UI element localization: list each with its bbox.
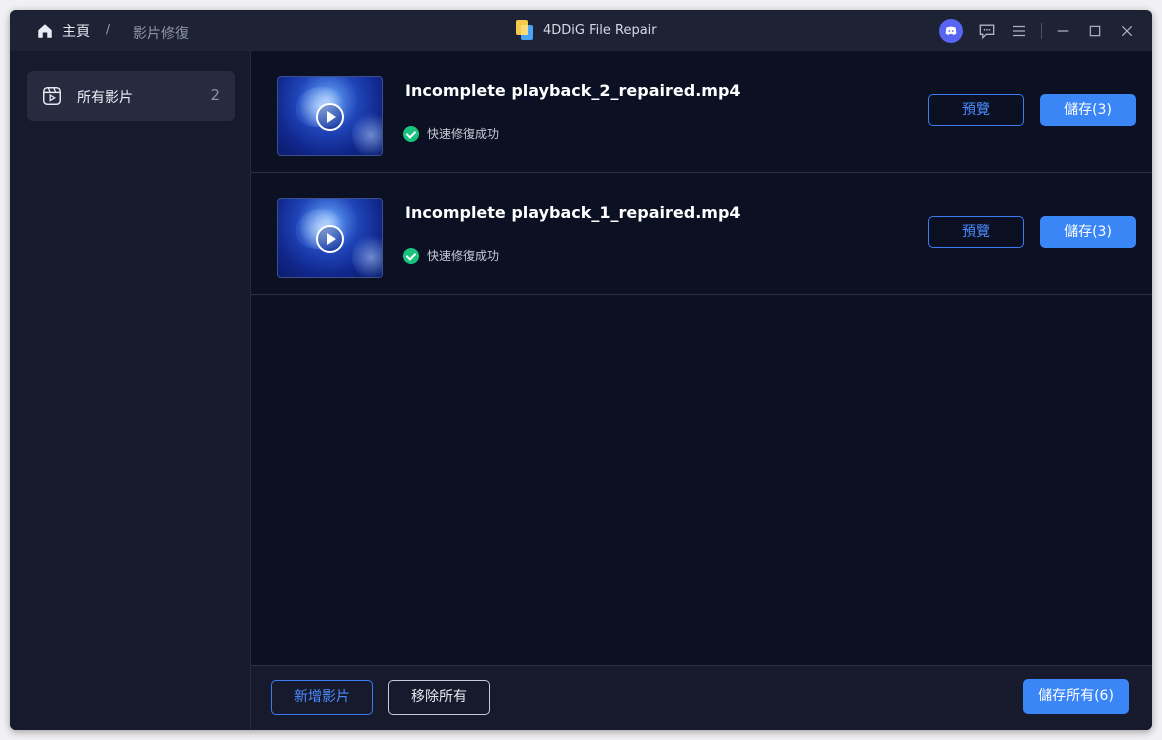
minimize-icon[interactable]: [1052, 20, 1074, 42]
menu-icon[interactable]: [1008, 20, 1030, 42]
discord-icon[interactable]: [939, 19, 963, 43]
file-list: Incomplete playback_2_repaired.mp4 快速修復成…: [251, 51, 1152, 665]
close-icon[interactable]: [1116, 20, 1138, 42]
file-name: Incomplete playback_2_repaired.mp4: [405, 81, 741, 100]
video-library-icon: [43, 87, 61, 105]
repair-status: 快速修復成功: [403, 125, 499, 142]
play-icon[interactable]: [316, 225, 344, 253]
preview-button[interactable]: 預覽: [928, 94, 1024, 126]
app-logo-icon: [516, 20, 533, 40]
feedback-icon[interactable]: [976, 20, 998, 42]
breadcrumb-current: 影片修復: [133, 26, 189, 42]
breadcrumb-home[interactable]: 主頁: [36, 21, 90, 41]
maximize-icon[interactable]: [1084, 20, 1106, 42]
save-all-button[interactable]: 儲存所有(6): [1023, 679, 1129, 714]
app-name: 4DDiG File Repair: [543, 22, 657, 38]
check-circle-icon: [403, 247, 419, 264]
app-title: 4DDiG File Repair: [515, 19, 657, 41]
title-bar: 主頁 / 影片修復 4DDiG File Repair: [10, 10, 1152, 51]
thumbnail-jellyfish-image: [352, 113, 382, 155]
file-row: Incomplete playback_1_repaired.mp4 快速修復成…: [251, 173, 1152, 295]
save-button[interactable]: 儲存(3): [1040, 216, 1136, 248]
video-thumbnail[interactable]: [277, 76, 383, 156]
save-button[interactable]: 儲存(3): [1040, 94, 1136, 126]
breadcrumb-separator: /: [106, 22, 111, 36]
app-window: 主頁 / 影片修復 4DDiG File Repair 所有影片 2 Incom…: [10, 10, 1152, 730]
breadcrumb-home-label: 主頁: [62, 24, 90, 40]
repair-status-text: 快速修復成功: [427, 249, 500, 263]
file-name: Incomplete playback_1_repaired.mp4: [405, 203, 741, 222]
video-thumbnail[interactable]: [277, 198, 383, 278]
home-icon: [38, 24, 52, 38]
preview-button[interactable]: 預覽: [928, 216, 1024, 248]
sidebar-item-label: 所有影片: [77, 90, 133, 106]
file-row: Incomplete playback_2_repaired.mp4 快速修復成…: [251, 51, 1152, 173]
remove-all-button[interactable]: 移除所有: [388, 680, 490, 715]
check-circle-icon: [403, 125, 419, 142]
sidebar-item-count: 2: [210, 86, 220, 104]
thumbnail-jellyfish-image: [352, 235, 382, 277]
play-icon[interactable]: [316, 103, 344, 131]
sidebar: 所有影片 2: [10, 51, 251, 730]
footer-bar: 新增影片 移除所有 儲存所有(6): [251, 665, 1152, 730]
add-video-button[interactable]: 新增影片: [271, 680, 373, 715]
repair-status: 快速修復成功: [403, 247, 499, 264]
sidebar-item-all-videos[interactable]: 所有影片 2: [27, 71, 235, 121]
repair-status-text: 快速修復成功: [427, 127, 500, 141]
titlebar-divider: [1041, 23, 1042, 39]
